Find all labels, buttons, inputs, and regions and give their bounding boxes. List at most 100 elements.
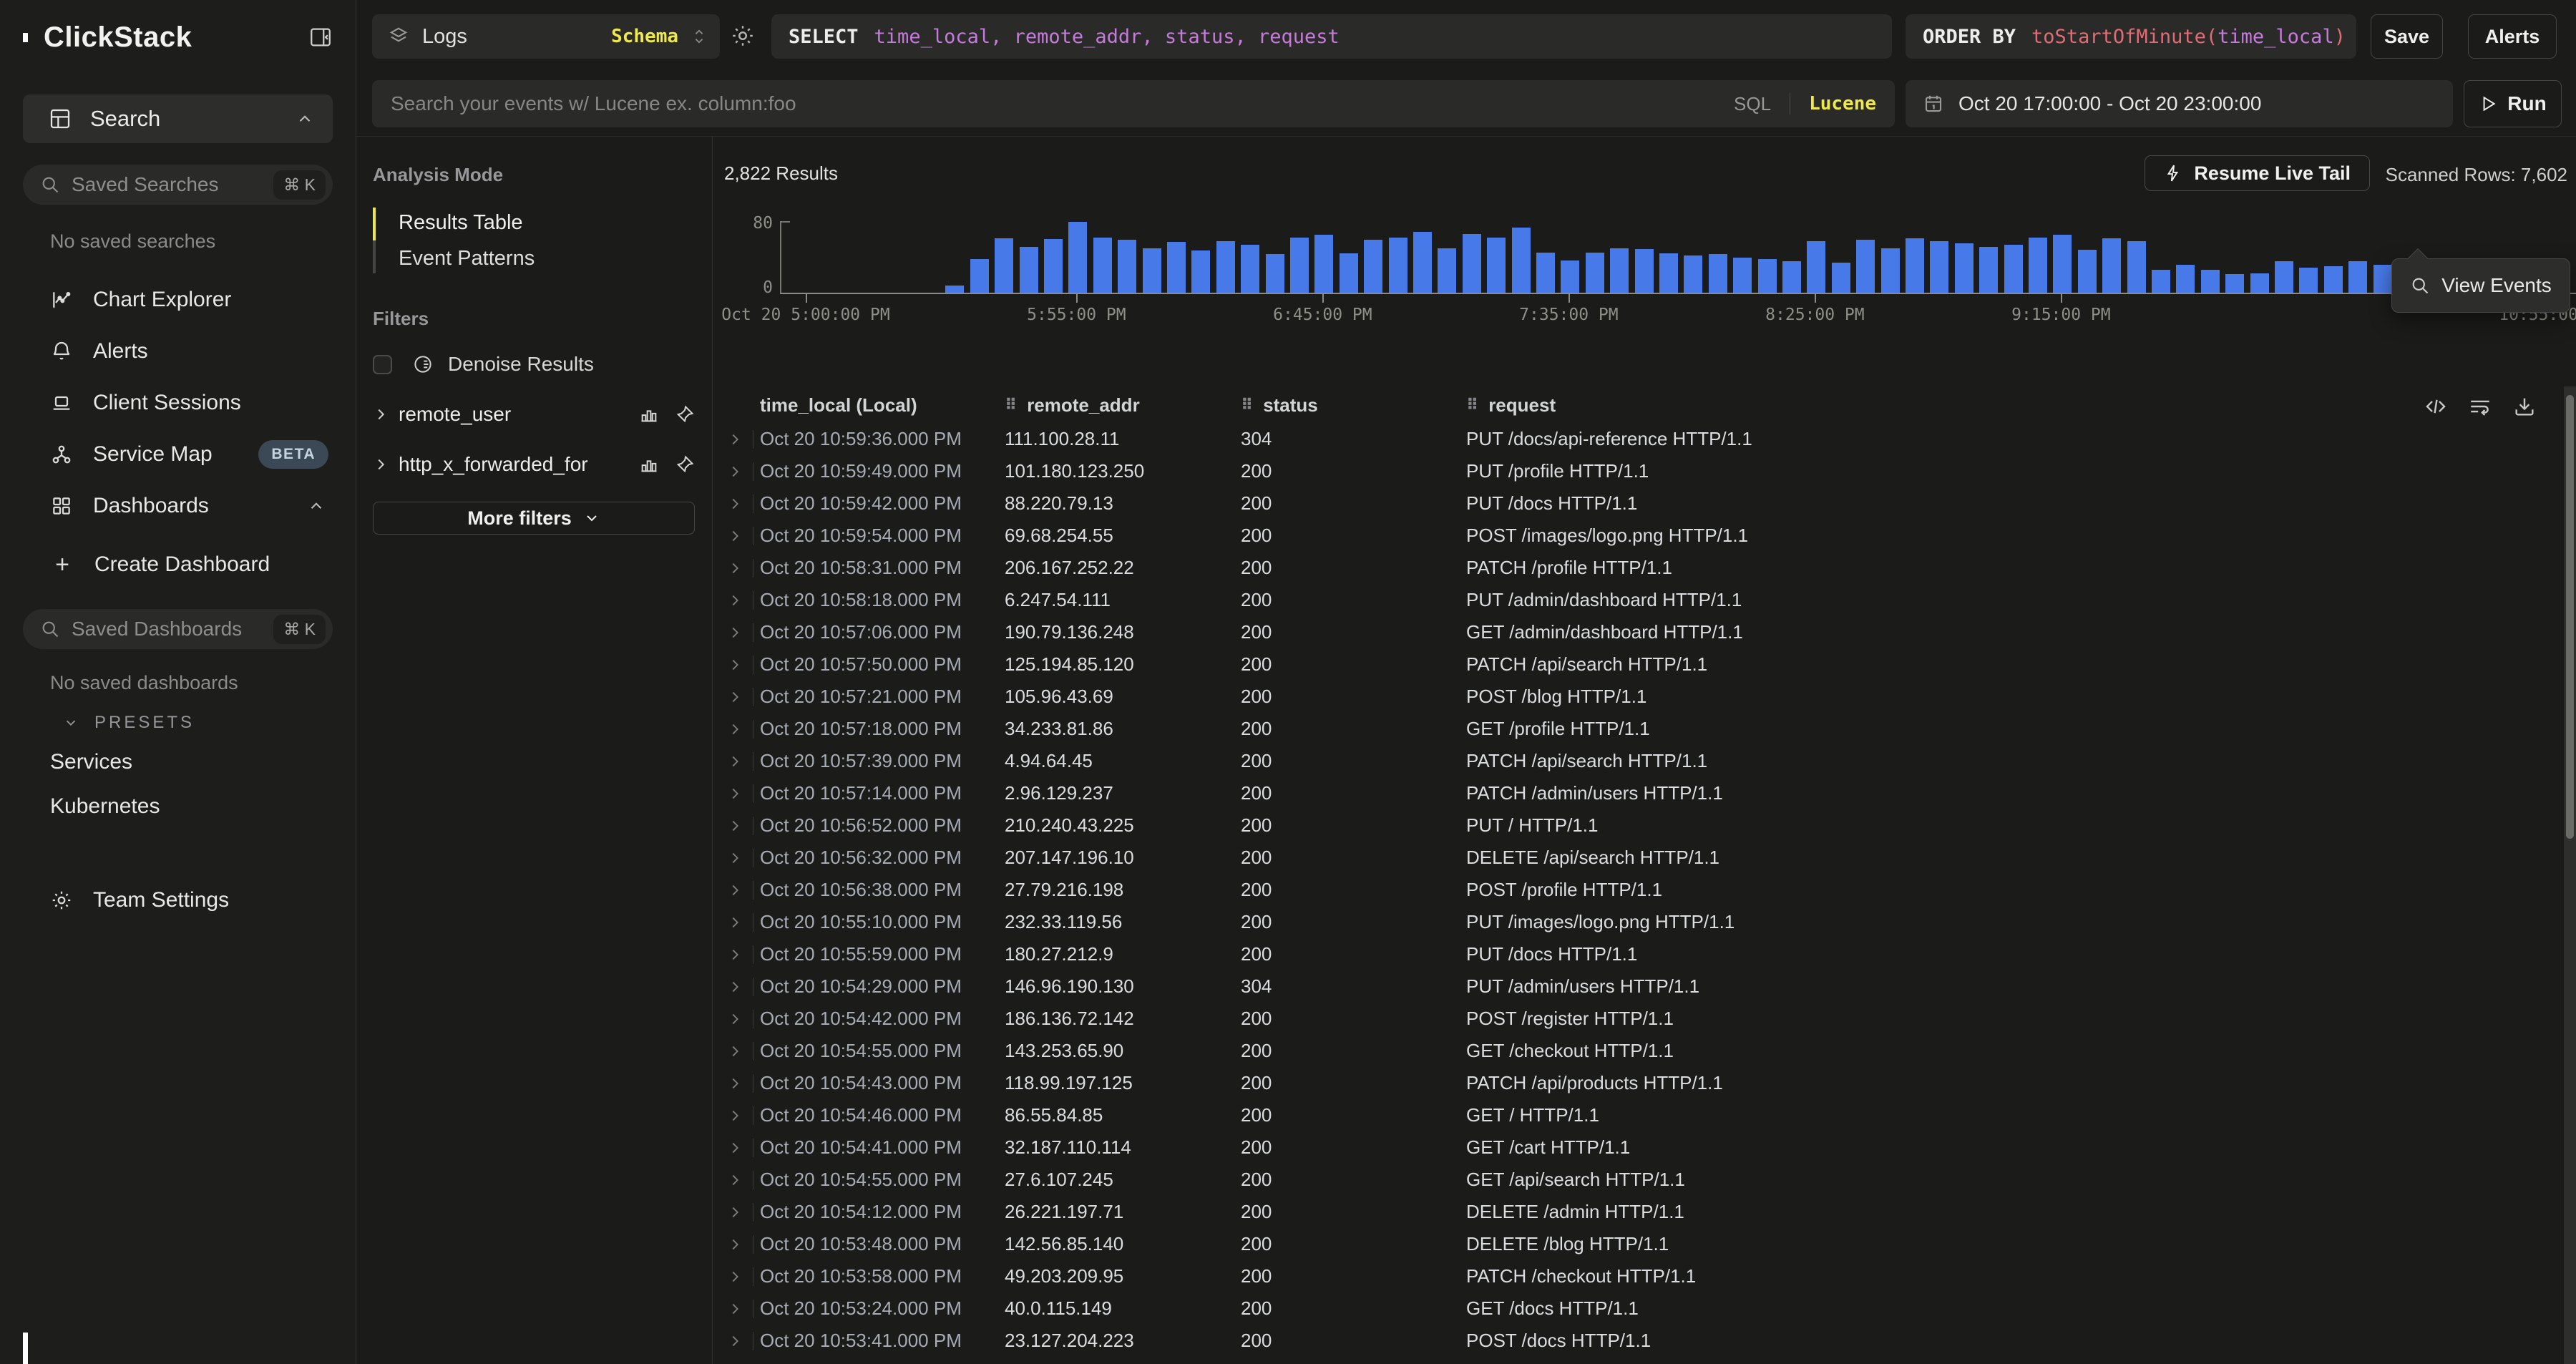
- table-row[interactable]: Oct 20 10:59:42.000 PM88.220.79.13200PUT…: [713, 487, 2559, 520]
- chevron-right-icon[interactable]: [727, 1237, 743, 1252]
- view-events-popover[interactable]: View Events: [2391, 258, 2570, 313]
- table-row[interactable]: Oct 20 10:57:50.000 PM125.194.85.120200P…: [713, 648, 2559, 681]
- table-row[interactable]: Oct 20 10:54:46.000 PM86.55.84.85200GET …: [713, 1099, 2559, 1131]
- pin-icon[interactable]: [675, 404, 695, 424]
- bar-chart-icon[interactable]: [639, 454, 659, 474]
- filter-field-remote-user[interactable]: remote_user: [373, 403, 695, 426]
- sidebar-item-service-map[interactable]: Service Map BETA: [23, 429, 333, 480]
- chart-plot[interactable]: [780, 221, 2576, 294]
- source-select[interactable]: Logs Schema: [372, 14, 720, 59]
- saved-dashboards-input[interactable]: Saved Dashboards ⌘ K: [23, 609, 333, 649]
- chevron-right-icon[interactable]: [727, 625, 743, 640]
- column-header-remote-addr[interactable]: ⠿ remote_addr: [1005, 394, 1241, 416]
- table-row[interactable]: Oct 20 10:57:06.000 PM190.79.136.248200G…: [713, 616, 2559, 648]
- chevron-right-icon[interactable]: [727, 560, 743, 576]
- table-row[interactable]: Oct 20 10:56:52.000 PM210.240.43.225200P…: [713, 809, 2559, 842]
- chevron-up-icon[interactable]: [307, 497, 326, 515]
- drag-handle-icon[interactable]: ⠿: [1241, 396, 1253, 414]
- event-search-input[interactable]: Search your events w/ Lucene ex. column:…: [372, 80, 1895, 127]
- saved-searches-input[interactable]: Saved Searches ⌘ K: [23, 165, 333, 205]
- table-row[interactable]: Oct 20 10:59:36.000 PM111.100.28.11304PU…: [713, 423, 2559, 455]
- chevron-right-icon[interactable]: [727, 1333, 743, 1349]
- chevron-right-icon[interactable]: [727, 721, 743, 737]
- chevron-right-icon[interactable]: [727, 1204, 743, 1220]
- table-row[interactable]: Oct 20 10:57:39.000 PM4.94.64.45200PATCH…: [713, 745, 2559, 777]
- date-range-picker[interactable]: Oct 20 17:00:00 - Oct 20 23:00:00: [1906, 80, 2453, 127]
- chevron-right-icon[interactable]: [727, 1269, 743, 1285]
- orderby-clause-input[interactable]: ORDER BY toStartOfMinute( time_local ) D…: [1906, 14, 2356, 59]
- table-row[interactable]: Oct 20 10:54:55.000 PM143.253.65.90200GE…: [713, 1035, 2559, 1067]
- chevron-right-icon[interactable]: [727, 786, 743, 802]
- table-row[interactable]: Oct 20 10:57:21.000 PM105.96.43.69200POS…: [713, 681, 2559, 713]
- source-settings-gear-icon[interactable]: [730, 23, 756, 49]
- table-row[interactable]: Oct 20 10:59:49.000 PM101.180.123.250200…: [713, 455, 2559, 487]
- chevron-right-icon[interactable]: [727, 882, 743, 898]
- chevron-right-icon[interactable]: [727, 657, 743, 673]
- table-row[interactable]: Oct 20 10:53:24.000 PM40.0.115.149200GET…: [713, 1292, 2559, 1325]
- column-header-request[interactable]: ⠿ request: [1466, 394, 2559, 416]
- table-row[interactable]: Oct 20 10:53:41.000 PM23.127.204.223200P…: [713, 1325, 2559, 1357]
- chevron-right-icon[interactable]: [727, 593, 743, 608]
- sidebar-item-client-sessions[interactable]: Client Sessions: [23, 377, 333, 429]
- preset-item-services[interactable]: Services: [23, 740, 333, 784]
- table-row[interactable]: Oct 20 10:54:41.000 PM32.187.110.114200G…: [713, 1131, 2559, 1164]
- chevron-right-icon[interactable]: [727, 464, 743, 479]
- table-row[interactable]: Oct 20 10:55:59.000 PM180.27.212.9200PUT…: [713, 938, 2559, 970]
- chevron-right-icon[interactable]: [727, 850, 743, 866]
- table-row[interactable]: Oct 20 10:57:14.000 PM2.96.129.237200PAT…: [713, 777, 2559, 809]
- save-button[interactable]: Save: [2371, 14, 2443, 59]
- bar-chart-icon[interactable]: [639, 404, 659, 424]
- sidebar-item-alerts[interactable]: Alerts: [23, 326, 333, 377]
- resume-live-tail-button[interactable]: Resume Live Tail: [2145, 155, 2370, 191]
- table-row[interactable]: Oct 20 10:54:12.000 PM26.221.197.71200DE…: [713, 1196, 2559, 1228]
- chevron-right-icon[interactable]: [727, 1043, 743, 1059]
- sidebar-collapse-icon[interactable]: [308, 25, 333, 49]
- chevron-right-icon[interactable]: [727, 528, 743, 544]
- table-row[interactable]: Oct 20 10:58:18.000 PM6.247.54.111200PUT…: [713, 584, 2559, 616]
- mode-event-patterns[interactable]: Event Patterns: [399, 240, 695, 276]
- table-row[interactable]: Oct 20 10:58:31.000 PM206.167.252.22200P…: [713, 552, 2559, 584]
- table-row[interactable]: Oct 20 10:59:54.000 PM69.68.254.55200POS…: [713, 520, 2559, 552]
- sidebar-item-dashboards[interactable]: Dashboards: [23, 480, 333, 532]
- chevron-right-icon[interactable]: [727, 1011, 743, 1027]
- mode-results-table[interactable]: Results Table: [399, 205, 695, 240]
- chevron-right-icon[interactable]: [727, 1172, 743, 1188]
- drag-handle-icon[interactable]: ⠿: [1466, 396, 1478, 414]
- table-row[interactable]: Oct 20 10:53:58.000 PM49.203.209.95200PA…: [713, 1260, 2559, 1292]
- chevron-right-icon[interactable]: [727, 1301, 743, 1317]
- table-row[interactable]: Oct 20 10:54:55.000 PM27.6.107.245200GET…: [713, 1164, 2559, 1196]
- team-settings-button[interactable]: Team Settings: [23, 875, 333, 926]
- chevron-right-icon[interactable]: [727, 1108, 743, 1124]
- sidebar-item-search[interactable]: Search: [23, 94, 333, 143]
- chevron-right-icon[interactable]: [727, 1076, 743, 1091]
- chevron-right-icon[interactable]: [727, 496, 743, 512]
- code-icon[interactable]: [2424, 394, 2448, 419]
- run-button[interactable]: Run: [2464, 80, 2562, 127]
- preset-item-kubernetes[interactable]: Kubernetes: [23, 784, 333, 829]
- table-row[interactable]: Oct 20 10:57:18.000 PM34.233.81.86200GET…: [713, 713, 2559, 745]
- table-row[interactable]: Oct 20 10:53:48.000 PM142.56.85.140200DE…: [713, 1228, 2559, 1260]
- create-dashboard-button[interactable]: + Create Dashboard: [23, 539, 333, 590]
- chevron-right-icon[interactable]: [727, 947, 743, 963]
- denoise-checkbox[interactable]: [373, 355, 392, 374]
- table-row[interactable]: Oct 20 10:54:42.000 PM186.136.72.142200P…: [713, 1003, 2559, 1035]
- chevron-up-icon[interactable]: [296, 109, 314, 128]
- sidebar-item-chart-explorer[interactable]: Chart Explorer: [23, 274, 333, 326]
- table-row[interactable]: Oct 20 10:56:32.000 PM207.147.196.10200D…: [713, 842, 2559, 874]
- table-row[interactable]: Oct 20 10:55:10.000 PM232.33.119.56200PU…: [713, 906, 2559, 938]
- chevron-right-icon[interactable]: [727, 818, 743, 834]
- column-header-time-local[interactable]: time_local (Local): [760, 394, 1005, 416]
- chevron-right-icon[interactable]: [727, 432, 743, 447]
- more-filters-button[interactable]: More filters: [373, 502, 695, 535]
- language-toggle-sql[interactable]: SQL: [1734, 93, 1771, 115]
- alerts-button[interactable]: Alerts: [2468, 14, 2557, 59]
- presets-toggle[interactable]: PRESETS: [63, 713, 333, 733]
- chevron-right-icon[interactable]: [727, 915, 743, 930]
- chevron-right-icon[interactable]: [727, 689, 743, 705]
- filter-field-http-x-forwarded-for[interactable]: http_x_forwarded_for: [373, 453, 695, 476]
- table-row[interactable]: Oct 20 10:54:43.000 PM118.99.197.125200P…: [713, 1067, 2559, 1099]
- language-toggle-lucene[interactable]: Lucene: [1809, 93, 1876, 115]
- chevron-right-icon[interactable]: [727, 979, 743, 995]
- chevron-right-icon[interactable]: [727, 1140, 743, 1156]
- table-row[interactable]: Oct 20 10:56:38.000 PM27.79.216.198200PO…: [713, 874, 2559, 906]
